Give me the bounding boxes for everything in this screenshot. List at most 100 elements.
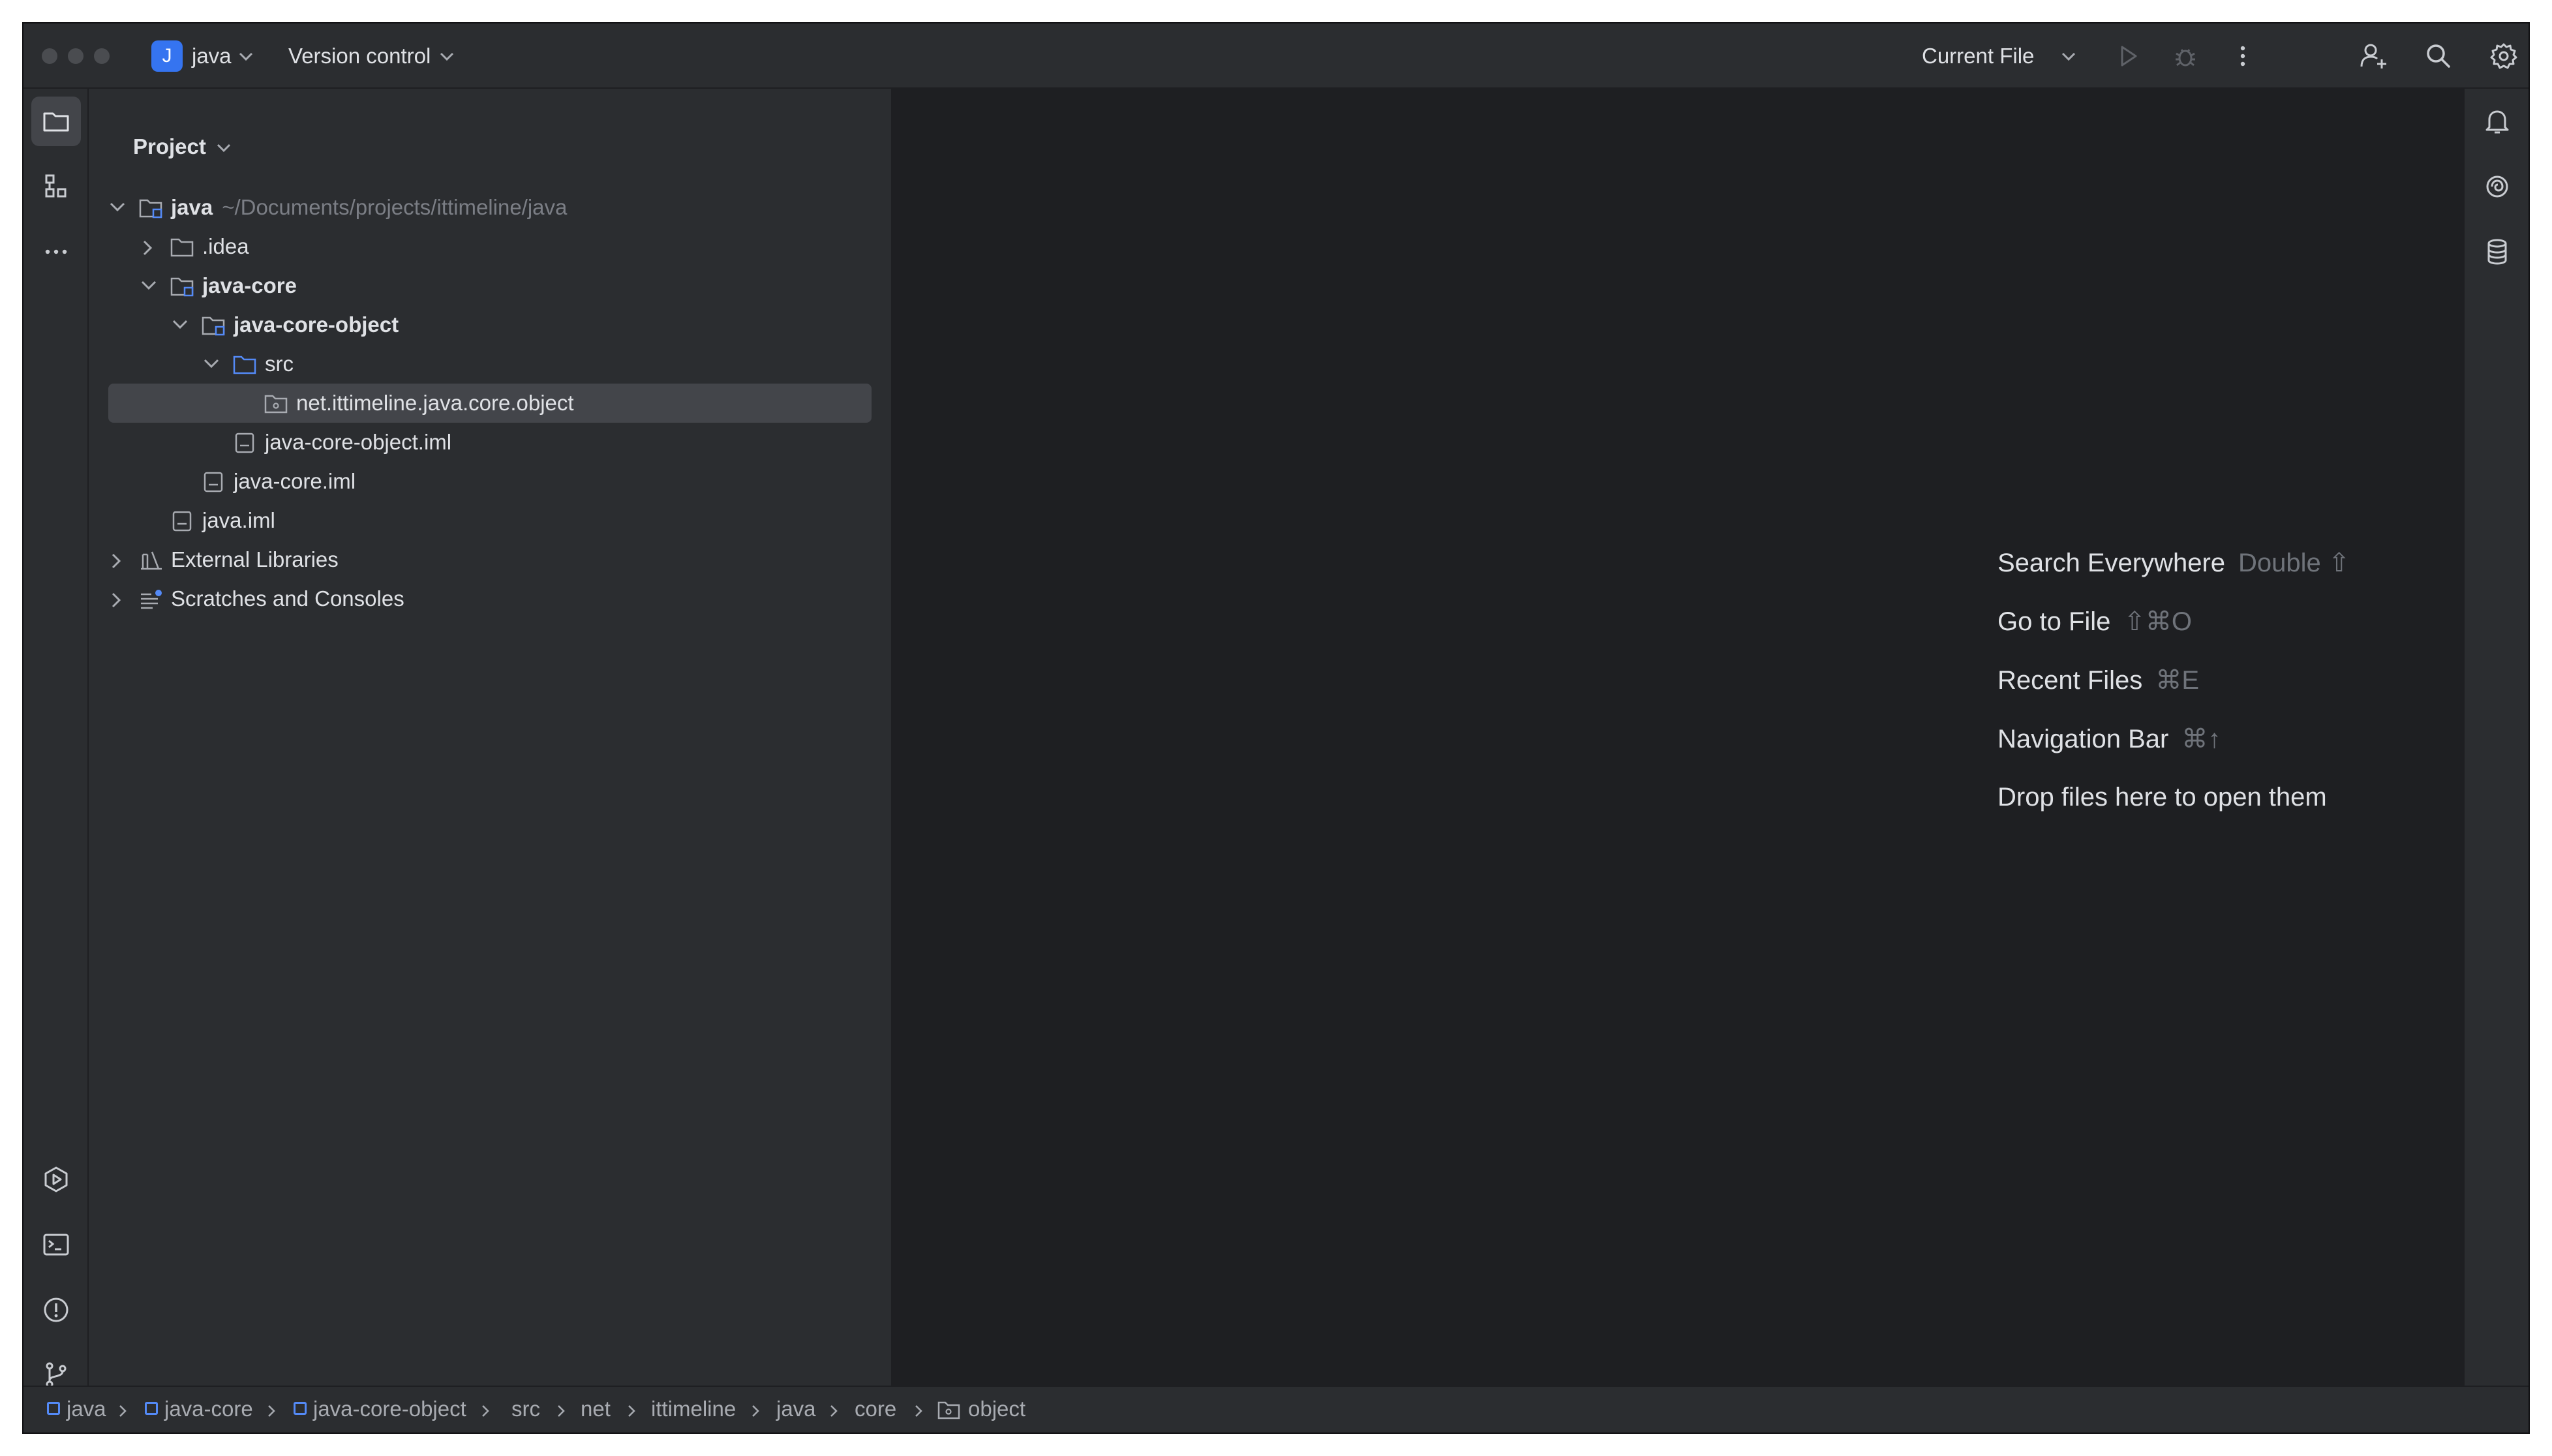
version-control-dropdown[interactable]: Version control xyxy=(288,43,431,69)
tree-row-scratches[interactable]: Scratches and Consoles xyxy=(108,579,872,618)
tree-row-src[interactable]: src xyxy=(108,344,872,384)
tree-row-package[interactable]: net.ittimeline.java.core.object xyxy=(108,384,872,423)
notifications-icon xyxy=(2485,110,2509,134)
chevron-right-icon xyxy=(112,592,121,608)
library-icon xyxy=(141,551,162,570)
more-horizontal-icon xyxy=(45,249,67,254)
iml-file-icon xyxy=(235,432,254,453)
more-tools-button[interactable] xyxy=(31,227,81,277)
hint-recent-files: Recent Files ⌘E xyxy=(1998,665,2199,695)
search-icon[interactable] xyxy=(2422,39,2455,73)
iml-file-icon xyxy=(172,511,192,532)
run-config-dropdown[interactable]: Current File xyxy=(1922,43,2034,69)
terminal-icon xyxy=(43,1234,69,1256)
hint-shortcut: Double ⇧ xyxy=(2238,549,2350,577)
module-folder-icon xyxy=(139,199,162,219)
breadcrumb-item[interactable]: ittimeline xyxy=(651,1396,736,1422)
package-icon xyxy=(937,1401,960,1419)
source-folder-icon xyxy=(233,356,256,374)
project-badge[interactable]: J xyxy=(151,40,183,72)
breadcrumb-item[interactable]: object xyxy=(937,1396,1025,1422)
chevron-right-icon xyxy=(482,1405,489,1417)
module-folder-icon xyxy=(202,316,225,336)
chevron-right-icon xyxy=(119,1405,127,1417)
project-panel-title[interactable]: Project xyxy=(133,134,206,159)
hint-shortcut: ⌘↑ xyxy=(2181,725,2221,753)
chevron-down-icon xyxy=(2061,52,2076,61)
tree-row-idea[interactable]: .idea xyxy=(108,227,872,266)
structure-tool-button[interactable] xyxy=(31,162,81,211)
project-name-dropdown[interactable]: java xyxy=(192,43,232,69)
chevron-down-icon xyxy=(172,320,188,329)
add-user-icon[interactable] xyxy=(2356,39,2390,73)
chevron-down-icon xyxy=(217,144,231,153)
chevron-down-icon xyxy=(204,359,219,369)
hint-go-to-file: Go to File ⇧⌘O xyxy=(1998,607,2192,637)
ai-assistant-button[interactable] xyxy=(2472,162,2522,211)
breadcrumb-item[interactable]: java xyxy=(47,1396,106,1422)
project-tool-window: Project java ~/Documents/projects/ittimel… xyxy=(89,89,892,1386)
tree-row-java[interactable]: java ~/Documents/projects/ittimeline/java xyxy=(108,188,872,227)
hint-shortcut: ⇧⌘O xyxy=(2123,607,2193,636)
package-icon xyxy=(264,395,288,414)
chevron-down-icon xyxy=(239,52,253,61)
tree-label: java-core-object xyxy=(234,312,399,337)
breadcrumb-item[interactable]: java xyxy=(776,1396,816,1422)
tree-row-java-core[interactable]: java-core xyxy=(108,266,872,305)
hint-drop-files: Drop files here to open them xyxy=(1998,783,2327,812)
problems-tool-button[interactable] xyxy=(31,1285,81,1335)
settings-icon[interactable] xyxy=(2487,39,2521,73)
notifications-button[interactable] xyxy=(2472,97,2522,146)
terminal-tool-button[interactable] xyxy=(31,1220,81,1269)
debug-icon[interactable] xyxy=(2168,39,2202,73)
chevron-right-icon xyxy=(915,1405,922,1417)
tree-row-iml[interactable]: java-core.iml xyxy=(108,462,872,501)
right-tool-window-bar xyxy=(2463,89,2529,1386)
hint-label: Recent Files xyxy=(1998,666,2143,695)
left-tool-window-bar xyxy=(23,89,89,1388)
breadcrumb-item[interactable]: java-core-object xyxy=(294,1396,466,1422)
chevron-down-icon xyxy=(110,202,125,212)
chevron-right-icon xyxy=(628,1405,635,1417)
tree-row-iml[interactable]: java-core-object.iml xyxy=(108,423,872,462)
tree-label: External Libraries xyxy=(171,547,339,571)
zoom-window-button[interactable] xyxy=(94,48,110,64)
breadcrumb-item[interactable]: net xyxy=(581,1396,611,1422)
module-folder-icon xyxy=(170,277,194,297)
structure-icon xyxy=(45,174,67,198)
hint-search-everywhere: Search Everywhere Double ⇧ xyxy=(1998,548,2350,578)
breadcrumb-item[interactable]: core xyxy=(855,1396,896,1422)
module-icon xyxy=(47,1402,60,1415)
services-tool-button[interactable] xyxy=(31,1155,81,1204)
more-vertical-icon[interactable] xyxy=(2226,39,2260,73)
hint-label: Search Everywhere xyxy=(1998,549,2226,577)
breadcrumb-item[interactable]: java-core xyxy=(145,1396,253,1422)
hint-label: Navigation Bar xyxy=(1998,725,2169,753)
tree-label: java-core xyxy=(202,273,297,297)
tree-row-external-libraries[interactable]: External Libraries xyxy=(108,540,872,579)
tree-label: java xyxy=(171,195,213,219)
tree-label: java.iml xyxy=(202,508,275,532)
breadcrumb-item[interactable]: src xyxy=(511,1396,540,1422)
database-button[interactable] xyxy=(2472,227,2522,277)
project-tool-button[interactable] xyxy=(31,97,81,146)
tree-label: java-core-object.iml xyxy=(265,430,452,454)
minimize-window-button[interactable] xyxy=(68,48,84,64)
tree-label: src xyxy=(265,352,294,376)
iml-file-icon xyxy=(204,472,223,493)
chevron-right-icon xyxy=(830,1405,838,1417)
hint-navigation-bar: Navigation Bar ⌘↑ xyxy=(1998,724,2221,754)
project-folder-icon xyxy=(43,112,69,132)
close-window-button[interactable] xyxy=(42,48,57,64)
editor-empty-area[interactable]: Search Everywhere Double ⇧ Go to File ⇧⌘O … xyxy=(892,89,2463,1386)
tree-row-iml[interactable]: java.iml xyxy=(108,501,872,540)
chevron-right-icon xyxy=(112,553,121,569)
tree-label: Scratches and Consoles xyxy=(171,586,404,611)
hint-label: Go to File xyxy=(1998,607,2111,636)
tree-row-java-core-object[interactable]: java-core-object xyxy=(108,305,872,344)
title-bar: J java Version control Current File xyxy=(23,23,2529,89)
run-icon[interactable] xyxy=(2111,39,2145,73)
problems-icon xyxy=(44,1297,68,1322)
module-icon xyxy=(294,1402,307,1415)
hint-shortcut: ⌘E xyxy=(2155,666,2199,695)
